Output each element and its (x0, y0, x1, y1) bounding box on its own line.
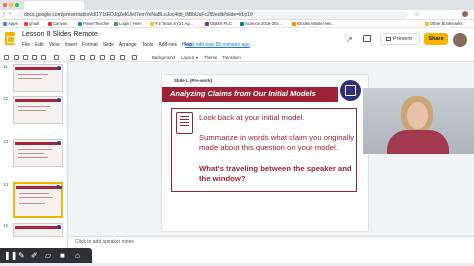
account-avatar[interactable] (453, 33, 467, 47)
menu-insert[interactable]: Insert (64, 42, 77, 48)
speaker-notes-placeholder[interactable]: Click to add speaker notes (75, 239, 134, 245)
bookmark-gmail[interactable]: gmail (24, 21, 39, 26)
menu-file[interactable]: File (22, 42, 30, 48)
slide-logo-icon[interactable] (340, 80, 361, 101)
background-icon[interactable] (132, 55, 137, 60)
team-icon (150, 21, 154, 26)
bookmark-login[interactable]: Login | Here (114, 21, 142, 26)
slide-label[interactable]: Slide L (Pre-work) (174, 78, 212, 83)
pen-icon[interactable]: ✎ (18, 251, 25, 260)
select-icon[interactable] (70, 55, 75, 60)
login-icon (114, 21, 118, 26)
slide-thumbnail[interactable] (13, 223, 63, 237)
bookmark-brooks[interactable]: Brooks Master Me... (292, 21, 334, 26)
forward-icon[interactable]: › (9, 11, 11, 17)
transition-button[interactable]: Transition (222, 55, 241, 60)
slide-number: 11 (3, 64, 8, 69)
bookmark-team[interactable]: # 2 Team SY21 Ag... (150, 21, 193, 26)
activity-trend-icon[interactable]: ↗ (346, 35, 353, 44)
bookmark-science[interactable]: Science 2019-202... (240, 21, 282, 26)
bookmark-powerteacher[interactable]: PowerTeacher (78, 21, 110, 26)
menu-slide[interactable]: Slide (103, 42, 114, 48)
powerteacher-icon (78, 21, 82, 26)
plc-icon (205, 21, 209, 26)
slide-number: 15 (3, 223, 9, 228)
menu-bar: File Edit View Insert Format Slide Arran… (22, 42, 192, 48)
menu-addons[interactable]: Add-ons (158, 42, 177, 48)
folder-icon (425, 21, 429, 26)
slide-title[interactable]: Analyzing Claims from Our Initial Models (170, 89, 316, 98)
comment-icon[interactable] (363, 35, 371, 42)
camera-icon[interactable]: ■ (60, 251, 65, 260)
bookmark-plc[interactable]: GBMS PLC (205, 21, 232, 26)
slide-text-line2[interactable]: Summarize in words what claim you origin… (199, 133, 357, 153)
notebook-icon (176, 112, 193, 134)
slide-thumbnail[interactable] (13, 64, 63, 92)
menu-arrange[interactable]: Arrange (119, 42, 137, 48)
slide-text-question[interactable]: What's traveling between the speaker and… (199, 164, 357, 184)
slide-thumbnail[interactable] (13, 139, 63, 167)
minimize-window-icon[interactable] (9, 3, 13, 7)
star-icon[interactable]: ☆ (84, 31, 90, 39)
canvas-icon (48, 21, 52, 26)
image-icon[interactable] (90, 55, 95, 60)
brooks-icon (292, 21, 296, 26)
science-icon (240, 21, 244, 26)
print-icon[interactable] (32, 55, 37, 60)
last-edit-link[interactable]: Last edit was 55 minutes ago (185, 42, 250, 48)
pause-icon[interactable]: ❚❚ (4, 251, 17, 260)
highlighter-icon[interactable]: ✐ (31, 251, 38, 260)
menu-edit[interactable]: Edit (35, 42, 44, 48)
slide-thumbnail-selected[interactable] (13, 182, 63, 218)
bookmarks-bar: Apps gmail Canvas PowerTeacher Login | H… (0, 20, 474, 28)
undo-icon[interactable] (14, 55, 19, 60)
back-icon[interactable]: ‹ (3, 11, 5, 17)
slide-number: 12 (3, 96, 9, 101)
layout-dropdown-icon[interactable]: ▾ (196, 55, 198, 60)
browser-tab-bar (0, 0, 474, 10)
profile-avatar[interactable] (462, 11, 468, 17)
present-button[interactable]: Present (380, 33, 420, 45)
comment-add-icon[interactable] (120, 55, 125, 60)
slide-number: 13 (3, 139, 9, 144)
layout-button[interactable]: Layout (181, 55, 194, 60)
browser-tab[interactable] (24, 1, 84, 10)
bookmark-other[interactable]: Other Bookmarks (425, 21, 463, 26)
menu-view[interactable]: View (49, 42, 60, 48)
share-button[interactable]: Share (424, 33, 448, 45)
paint-format-icon[interactable] (41, 55, 46, 60)
url-field[interactable]: docs.google.com/presentation/d/1Y1tEOJqZ… (16, 11, 408, 19)
slides-logo-icon[interactable] (5, 32, 15, 45)
shape-icon[interactable] (100, 55, 105, 60)
maximize-window-icon[interactable] (15, 3, 19, 7)
menu-format[interactable]: Format (82, 42, 98, 48)
add-slide-icon[interactable] (4, 55, 9, 60)
slide-thumbnail[interactable] (13, 96, 63, 124)
bookmark-canvas[interactable]: Canvas (48, 21, 67, 26)
bookmark-star-icon[interactable]: ☆ (414, 11, 419, 18)
webcam-video (363, 88, 474, 154)
slide-number: 14 (3, 182, 9, 187)
zoom-icon[interactable] (54, 55, 59, 60)
theme-button[interactable]: Theme (204, 55, 217, 60)
slide-text-line1[interactable]: Look back at your initial model. (199, 113, 357, 123)
eraser-icon[interactable]: ▱ (45, 251, 51, 260)
bookmark-apps[interactable]: Apps (3, 21, 18, 26)
mouse-icon[interactable]: ⌂ (75, 251, 80, 260)
close-window-icon[interactable] (3, 3, 7, 7)
apps-icon (3, 21, 7, 26)
line-icon[interactable] (110, 55, 115, 60)
menu-tools[interactable]: Tools (142, 42, 154, 48)
redo-icon[interactable] (23, 55, 28, 60)
textbox-icon[interactable] (80, 55, 85, 60)
background-button[interactable]: Background (152, 55, 175, 60)
gmail-icon (24, 21, 28, 26)
present-icon (386, 36, 391, 41)
